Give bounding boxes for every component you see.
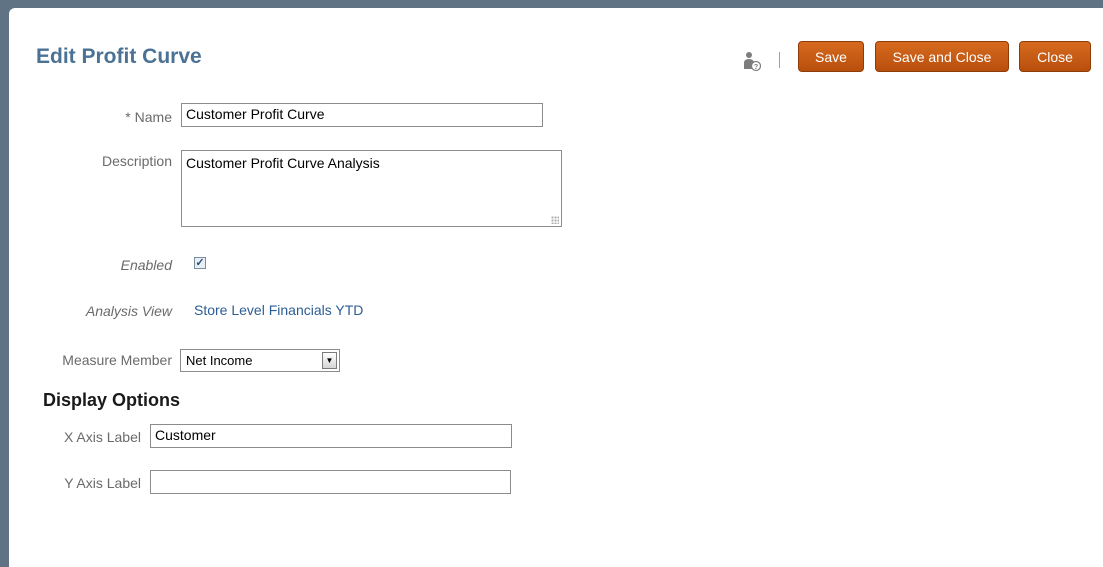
name-label-text: Name [134,109,172,125]
name-field[interactable]: Customer Profit Curve [181,103,543,127]
description-label: Description [101,153,172,169]
display-options-heading: Display Options [43,390,181,410]
x-axis-label: X Axis Label [63,429,141,445]
edit-dialog: Edit Profit Curve ? Save Save and Close … [9,8,1103,567]
x-axis-field[interactable]: Customer [150,424,512,448]
svg-text:?: ? [754,64,758,71]
analysis-view-label: Analysis View [85,303,172,319]
enabled-label: Enabled [120,257,172,273]
save-and-close-button[interactable]: Save and Close [875,41,1009,72]
description-text: Customer Profit Curve Analysis [186,155,380,171]
description-field[interactable]: Customer Profit Curve Analysis [181,150,562,227]
chevron-down-icon[interactable]: ▼ [322,352,337,369]
analysis-view-link[interactable]: Store Level Financials YTD [194,302,363,318]
y-axis-field[interactable] [150,470,511,494]
name-label: * Name [125,109,172,125]
toolbar-divider [779,52,780,68]
close-button[interactable]: Close [1019,41,1091,72]
enabled-checkbox[interactable]: ✓ [194,257,206,269]
measure-member-value: Net Income [186,353,253,368]
measure-member-label: Measure Member [62,352,172,368]
measure-member-select[interactable]: Net Income ▼ [180,349,340,372]
page-title: Edit Profit Curve [36,45,202,68]
y-axis-label: Y Axis Label [64,475,141,491]
save-button[interactable]: Save [798,41,864,72]
resize-grip-icon[interactable] [551,216,559,224]
user-help-icon[interactable]: ? [743,50,761,72]
required-marker: * [125,109,131,125]
